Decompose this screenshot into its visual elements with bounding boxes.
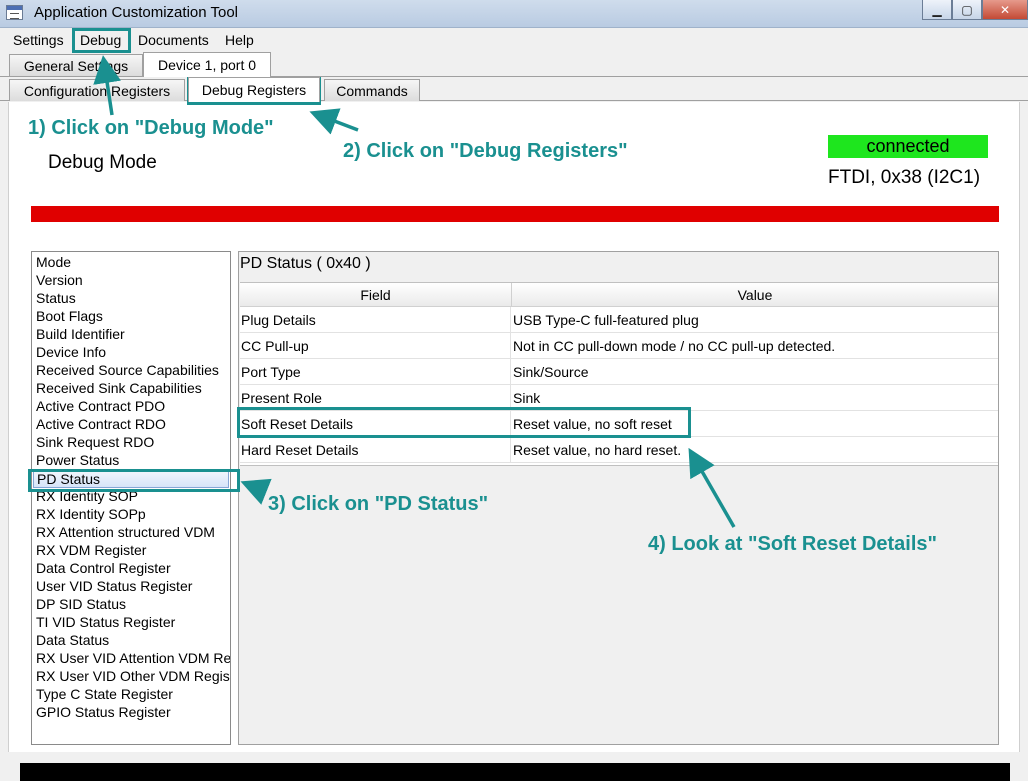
device-tabs: General Settings Device 1, port 0 bbox=[0, 52, 1028, 77]
connection-info: FTDI, 0x38 (I2C1) bbox=[828, 167, 981, 188]
register-table: Field Value Plug Details USB Type-C full… bbox=[240, 282, 998, 466]
list-item-received-source-capabilities[interactable]: Received Source Capabilities bbox=[36, 362, 219, 380]
menu-bar: Settings Debug Documents Help bbox=[0, 28, 1028, 52]
minimize-button[interactable]: ▁ bbox=[922, 0, 952, 20]
list-item-user-vid-status-register[interactable]: User VID Status Register bbox=[36, 578, 192, 596]
bottom-bar bbox=[20, 763, 1010, 781]
list-item-rx-user-vid-attention-vdm[interactable]: RX User VID Attention VDM Register bbox=[36, 650, 230, 668]
list-item-build-identifier[interactable]: Build Identifier bbox=[36, 326, 125, 344]
list-item-active-contract-pdo[interactable]: Active Contract PDO bbox=[36, 398, 165, 416]
annotation-step-3: 3) Click on "PD Status" bbox=[268, 493, 489, 515]
menu-help[interactable]: Help bbox=[225, 32, 254, 48]
list-item-rx-attention-structured-vdm[interactable]: RX Attention structured VDM bbox=[36, 524, 215, 542]
tab-device-1-port-0[interactable]: Device 1, port 0 bbox=[143, 52, 271, 77]
list-item-rx-user-vid-other-vdm[interactable]: RX User VID Other VDM Register bbox=[36, 668, 230, 686]
value-cell: USB Type-C full-featured plug bbox=[513, 312, 699, 328]
register-list[interactable]: Mode Version Status Boot Flags Build Ide… bbox=[31, 251, 231, 745]
list-item-active-contract-rdo[interactable]: Active Contract RDO bbox=[36, 416, 166, 434]
register-title: PD Status ( 0x40 ) bbox=[240, 255, 371, 272]
list-item-pd-status[interactable]: PD Status bbox=[33, 470, 229, 488]
title-bar: Application Customization Tool ▁ ▢ ✕ bbox=[0, 0, 1028, 28]
list-item-ti-vid-status-register[interactable]: TI VID Status Register bbox=[36, 614, 175, 632]
tab-general-settings[interactable]: General Settings bbox=[9, 54, 143, 76]
field-cell: CC Pull-up bbox=[240, 333, 511, 359]
tab-debug-registers[interactable]: Debug Registers bbox=[188, 77, 320, 102]
list-item-device-info[interactable]: Device Info bbox=[36, 344, 106, 362]
annotation-step-4: 4) Look at "Soft Reset Details" bbox=[648, 533, 938, 555]
menu-documents[interactable]: Documents bbox=[138, 32, 209, 48]
table-row[interactable]: Plug Details USB Type-C full-featured pl… bbox=[240, 307, 998, 333]
list-item-rx-vdm-register[interactable]: RX VDM Register bbox=[36, 542, 146, 560]
column-header-field[interactable]: Field bbox=[240, 283, 512, 307]
tab-configuration-registers[interactable]: Configuration Registers bbox=[9, 79, 185, 101]
list-item-data-control-register[interactable]: Data Control Register bbox=[36, 560, 171, 578]
list-item-dp-sid-status[interactable]: DP SID Status bbox=[36, 596, 126, 614]
value-cell: Reset value, no hard reset. bbox=[513, 442, 682, 458]
table-row[interactable]: Port Type Sink/Source bbox=[240, 359, 998, 385]
field-cell: Plug Details bbox=[240, 307, 511, 333]
table-row[interactable]: Soft Reset Details Reset value, no soft … bbox=[240, 411, 998, 437]
connection-status-badge: connected bbox=[828, 135, 988, 158]
menu-settings[interactable]: Settings bbox=[13, 32, 64, 48]
table-row[interactable]: Hard Reset Details Reset value, no hard … bbox=[240, 437, 998, 463]
window-controls: ▁ ▢ ✕ bbox=[922, 0, 1028, 20]
annotation-step-2: 2) Click on "Debug Registers" bbox=[343, 140, 628, 162]
list-item-version[interactable]: Version bbox=[36, 272, 83, 290]
list-item-data-status[interactable]: Data Status bbox=[36, 632, 109, 650]
close-button[interactable]: ✕ bbox=[982, 0, 1028, 20]
list-item-rx-identity-sop[interactable]: RX Identity SOP bbox=[36, 488, 138, 506]
table-row[interactable]: CC Pull-up Not in CC pull-down mode / no… bbox=[240, 333, 998, 359]
status-alert-bar bbox=[31, 206, 999, 222]
window-title: Application Customization Tool bbox=[34, 4, 239, 21]
annotation-step-1: 1) Click on "Debug Mode" bbox=[28, 117, 274, 139]
list-item-sink-request-rdo[interactable]: Sink Request RDO bbox=[36, 434, 154, 452]
column-header-value[interactable]: Value bbox=[512, 283, 998, 307]
tab-commands[interactable]: Commands bbox=[324, 79, 420, 101]
field-cell: Hard Reset Details bbox=[240, 437, 511, 463]
value-cell: Not in CC pull-down mode / no CC pull-up… bbox=[513, 338, 836, 354]
maximize-button[interactable]: ▢ bbox=[952, 0, 982, 20]
app-icon bbox=[6, 5, 23, 20]
field-cell: Port Type bbox=[240, 359, 511, 385]
table-row[interactable]: Present Role Sink bbox=[240, 385, 998, 411]
field-cell: Soft Reset Details bbox=[240, 411, 511, 437]
value-cell: Sink bbox=[513, 390, 541, 406]
mode-label: Debug Mode bbox=[48, 152, 157, 173]
register-tabs: Configuration Registers Debug Registers … bbox=[0, 77, 1028, 102]
value-cell: Sink/Source bbox=[513, 364, 589, 380]
menu-debug[interactable]: Debug bbox=[80, 32, 121, 48]
list-item-mode[interactable]: Mode bbox=[36, 254, 71, 272]
field-cell: Present Role bbox=[240, 385, 511, 411]
list-item-type-c-state-register[interactable]: Type C State Register bbox=[36, 686, 173, 704]
list-item-rx-identity-sopp[interactable]: RX Identity SOPp bbox=[36, 506, 146, 524]
list-item-boot-flags[interactable]: Boot Flags bbox=[36, 308, 103, 326]
list-item-power-status[interactable]: Power Status bbox=[36, 452, 119, 470]
list-item-received-sink-capabilities[interactable]: Received Sink Capabilities bbox=[36, 380, 202, 398]
list-item-status[interactable]: Status bbox=[36, 290, 76, 308]
list-item-gpio-status-register[interactable]: GPIO Status Register bbox=[36, 704, 171, 722]
value-cell: Reset value, no soft reset bbox=[513, 416, 672, 432]
